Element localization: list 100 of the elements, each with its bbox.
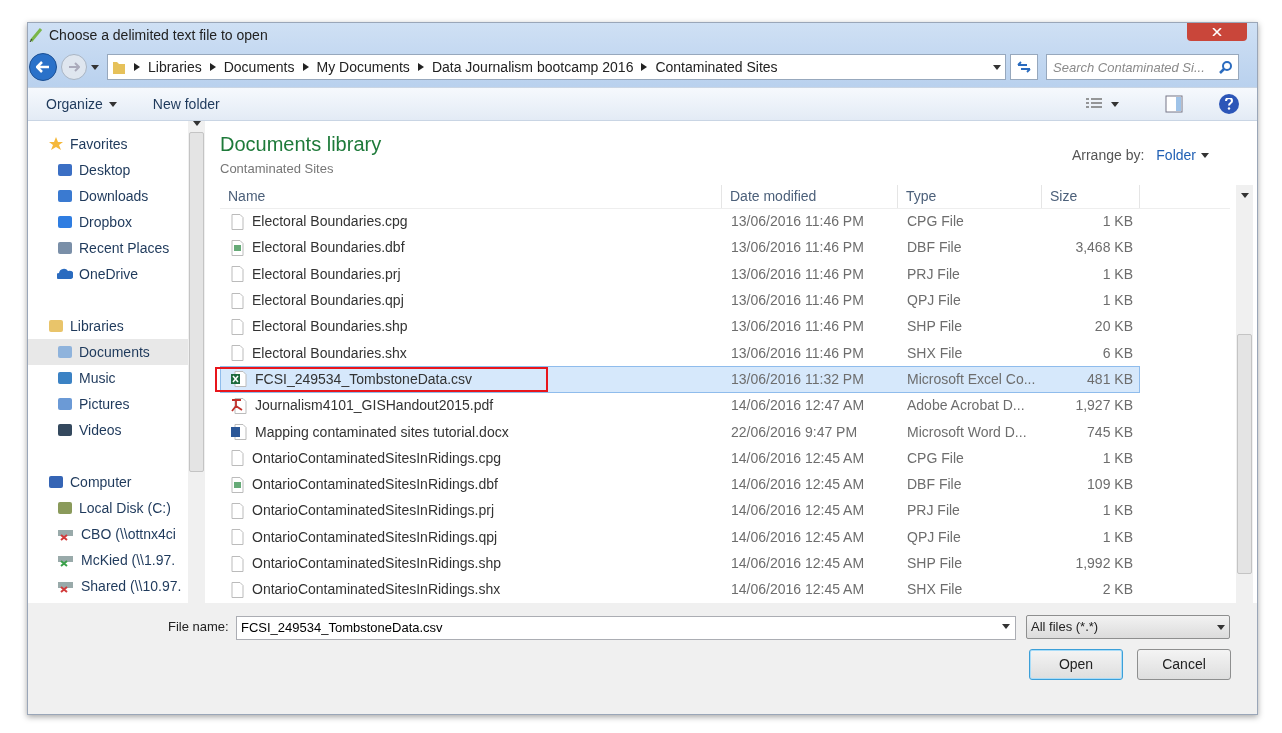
scroll-thumb[interactable] [1237,333,1252,574]
date-cell-text: 13/06/2016 11:46 PM [730,238,865,258]
refresh-button[interactable] [1010,54,1038,80]
sidebar-item[interactable]: Documents [28,339,188,365]
view-options-button[interactable] [1085,97,1119,111]
file-icon [231,581,244,598]
file-type-dropdown[interactable]: All files (*.*) [1026,615,1230,639]
file-icon [231,450,244,467]
file-name: OntarioContaminatedSitesInRidings.shx [252,580,501,600]
type-cell-text: DBF File [906,238,963,258]
preview-pane-button[interactable] [1165,95,1183,113]
date-cell-text: 13/06/2016 11:46 PM [730,317,865,337]
file-row[interactable]: OntarioContaminatedSitesInRidings.prj 14/06/2016 12:45 AM PRJ File 1 KB [220,497,1140,525]
type-cell-text: Microsoft Excel Co... [906,369,1037,389]
date-cell-text: 14/06/2016 12:47 AM [730,396,866,416]
size-cell-text: 1 KB [1101,264,1134,284]
type-cell-text: QPJ File [906,291,962,311]
type-cell-text: SHX File [906,580,964,600]
type-cell-text: QPJ File [906,527,962,547]
dialog-button[interactable]: Open [1029,649,1123,680]
help-button[interactable] [1219,94,1239,114]
date-cell-text: 14/06/2016 12:45 AM [730,475,866,495]
column-header[interactable]: Date modified [722,184,898,208]
breadcrumb[interactable]: Data Journalism bootcamp 2016 [431,56,634,78]
date-cell-text: 14/06/2016 12:45 AM [730,527,866,547]
file-type-caret-icon [1217,624,1225,630]
date-cell-text: 13/06/2016 11:32 PM [730,369,865,389]
file-row[interactable]: Mapping contaminated sites tutorial.docx 22/06/2016 9:47 PM Microsoft Word D... 745 KB [220,418,1140,446]
date-cell-text: 13/06/2016 11:46 PM [730,291,865,311]
date-cell-text: 22/06/2016 9:47 PM [730,422,859,442]
sidebar-item[interactable]: Pictures [28,391,188,417]
column-header[interactable]: Size [1042,184,1140,208]
file-row[interactable]: Journalism4101_GISHandout2015.pdf 14/06/2016 12:47 AM Adobe Acrobat D... 1,927 KB [220,392,1140,419]
sidebar-scrollbar[interactable] [188,121,205,603]
toolbar-button[interactable]: Organize [46,93,117,115]
sidebar-item[interactable]: Music [28,365,188,391]
size-cell-text: 1 KB [1101,291,1134,311]
folder-icon [112,59,126,75]
type-cell-text: Adobe Acrobat D... [906,396,1026,416]
file-name-field[interactable]: FCSI_249534_TombstoneData.csv [236,615,1016,640]
file-row[interactable]: Electoral Boundaries.cpg 13/06/2016 11:46 PM CPG File 1 KB [220,208,1140,235]
sidebar-group-heading[interactable]: Computer [28,469,188,495]
pdf-file-icon [231,397,247,414]
star-icon [48,136,64,152]
column-header[interactable]: Type [898,184,1042,208]
sidebar-item[interactable]: McKied (\\1.97. [28,547,188,573]
address-bar[interactable]: Libraries Documents My Documents Data Journalism bootcamp 2016 Contaminated Sites [107,54,1006,80]
help-icon [1225,98,1233,110]
file-row[interactable]: Electoral Boundaries.dbf 13/06/2016 11:46 PM DBF File 3,468 KB [220,234,1140,262]
sidebar-item[interactable]: Downloads [28,183,188,209]
breadcrumb[interactable]: Contaminated Sites [655,56,778,78]
file-row[interactable]: OntarioContaminatedSitesInRidings.shp 14/06/2016 12:45 AM SHP File 1,992 KB [220,550,1140,577]
library-subtitle: Contaminated Sites [220,160,335,178]
sidebar-item[interactable]: Recent Places [28,235,188,261]
file-row[interactable]: Electoral Boundaries.shp 13/06/2016 11:46 PM SHP File 20 KB [220,313,1140,341]
breadcrumb[interactable]: Libraries [148,56,202,78]
file-row[interactable]: OntarioContaminatedSitesInRidings.cpg 14/06/2016 12:45 AM CPG File 1 KB [220,445,1140,472]
arrange-dropdown[interactable]: Folder [1156,145,1209,166]
network-drive-icon [57,579,75,593]
network-drive-icon [57,527,75,541]
file-list-scrollbar[interactable] [1236,184,1253,603]
column-header[interactable]: Name [220,184,722,208]
close-button[interactable] [1187,23,1247,41]
file-icon [231,292,244,309]
sidebar-item[interactable]: Videos [28,417,188,443]
file-row[interactable]: Electoral Boundaries.shx 13/06/2016 11:46 PM SHX File 6 KB [220,340,1140,367]
search-field[interactable]: Search Contaminated Si... [1046,54,1239,80]
file-name: OntarioContaminatedSitesInRidings.dbf [252,475,498,495]
type-cell-text: DBF File [906,475,963,495]
back-button[interactable] [29,53,57,81]
file-name: Electoral Boundaries.dbf [252,238,405,258]
breadcrumb[interactable]: My Documents [316,56,410,78]
type-cell-text: SHP File [906,554,963,574]
file-row[interactable]: Electoral Boundaries.qpj 13/06/2016 11:46 PM QPJ File 1 KB [220,287,1140,314]
details-view-icon [1085,97,1103,111]
file-name: Mapping contaminated sites tutorial.docx [255,422,509,442]
file-row[interactable]: Electoral Boundaries.prj 13/06/2016 11:46 PM PRJ File 1 KB [220,261,1140,288]
dialog-button[interactable]: Cancel [1137,649,1231,680]
sidebar-item[interactable]: CBO (\\ottnx4ci [28,521,188,547]
file-row[interactable]: OntarioContaminatedSitesInRidings.shx 14/06/2016 12:45 AM SHX File 2 KB [220,576,1140,603]
toolbar-button[interactable]: New folder [152,93,220,115]
sidebar-group-heading[interactable]: Favorites [28,131,188,157]
sidebar-item[interactable]: Shared (\\10.97. [28,573,188,599]
file-row[interactable]: OntarioContaminatedSitesInRidings.dbf 14/06/2016 12:45 AM DBF File 109 KB [220,471,1140,498]
date-cell-text: 14/06/2016 12:45 AM [730,554,866,574]
breadcrumb[interactable]: Documents [223,56,295,78]
sidebar-group-heading[interactable]: Libraries [28,313,188,339]
type-cell-text: CPG File [906,212,965,232]
recent-pages-caret-icon [91,64,99,70]
file-row[interactable]: OntarioContaminatedSitesInRidings.qpj 14/06/2016 12:45 AM QPJ File 1 KB [220,524,1140,551]
sidebar-item[interactable]: OneDrive [28,261,188,287]
sidebar-item[interactable]: Local Disk (C:) [28,495,188,521]
network-drive-icon [57,553,75,567]
size-cell-text: 1 KB [1101,527,1134,547]
sidebar-item[interactable]: Dropbox [28,209,188,235]
file-name: OntarioContaminatedSitesInRidings.cpg [252,448,502,468]
sidebar-item[interactable]: Desktop [28,157,188,183]
address-dropdown-caret-icon [993,64,1001,70]
scroll-thumb[interactable] [189,132,204,472]
date-cell-text: 14/06/2016 12:45 AM [730,448,866,468]
